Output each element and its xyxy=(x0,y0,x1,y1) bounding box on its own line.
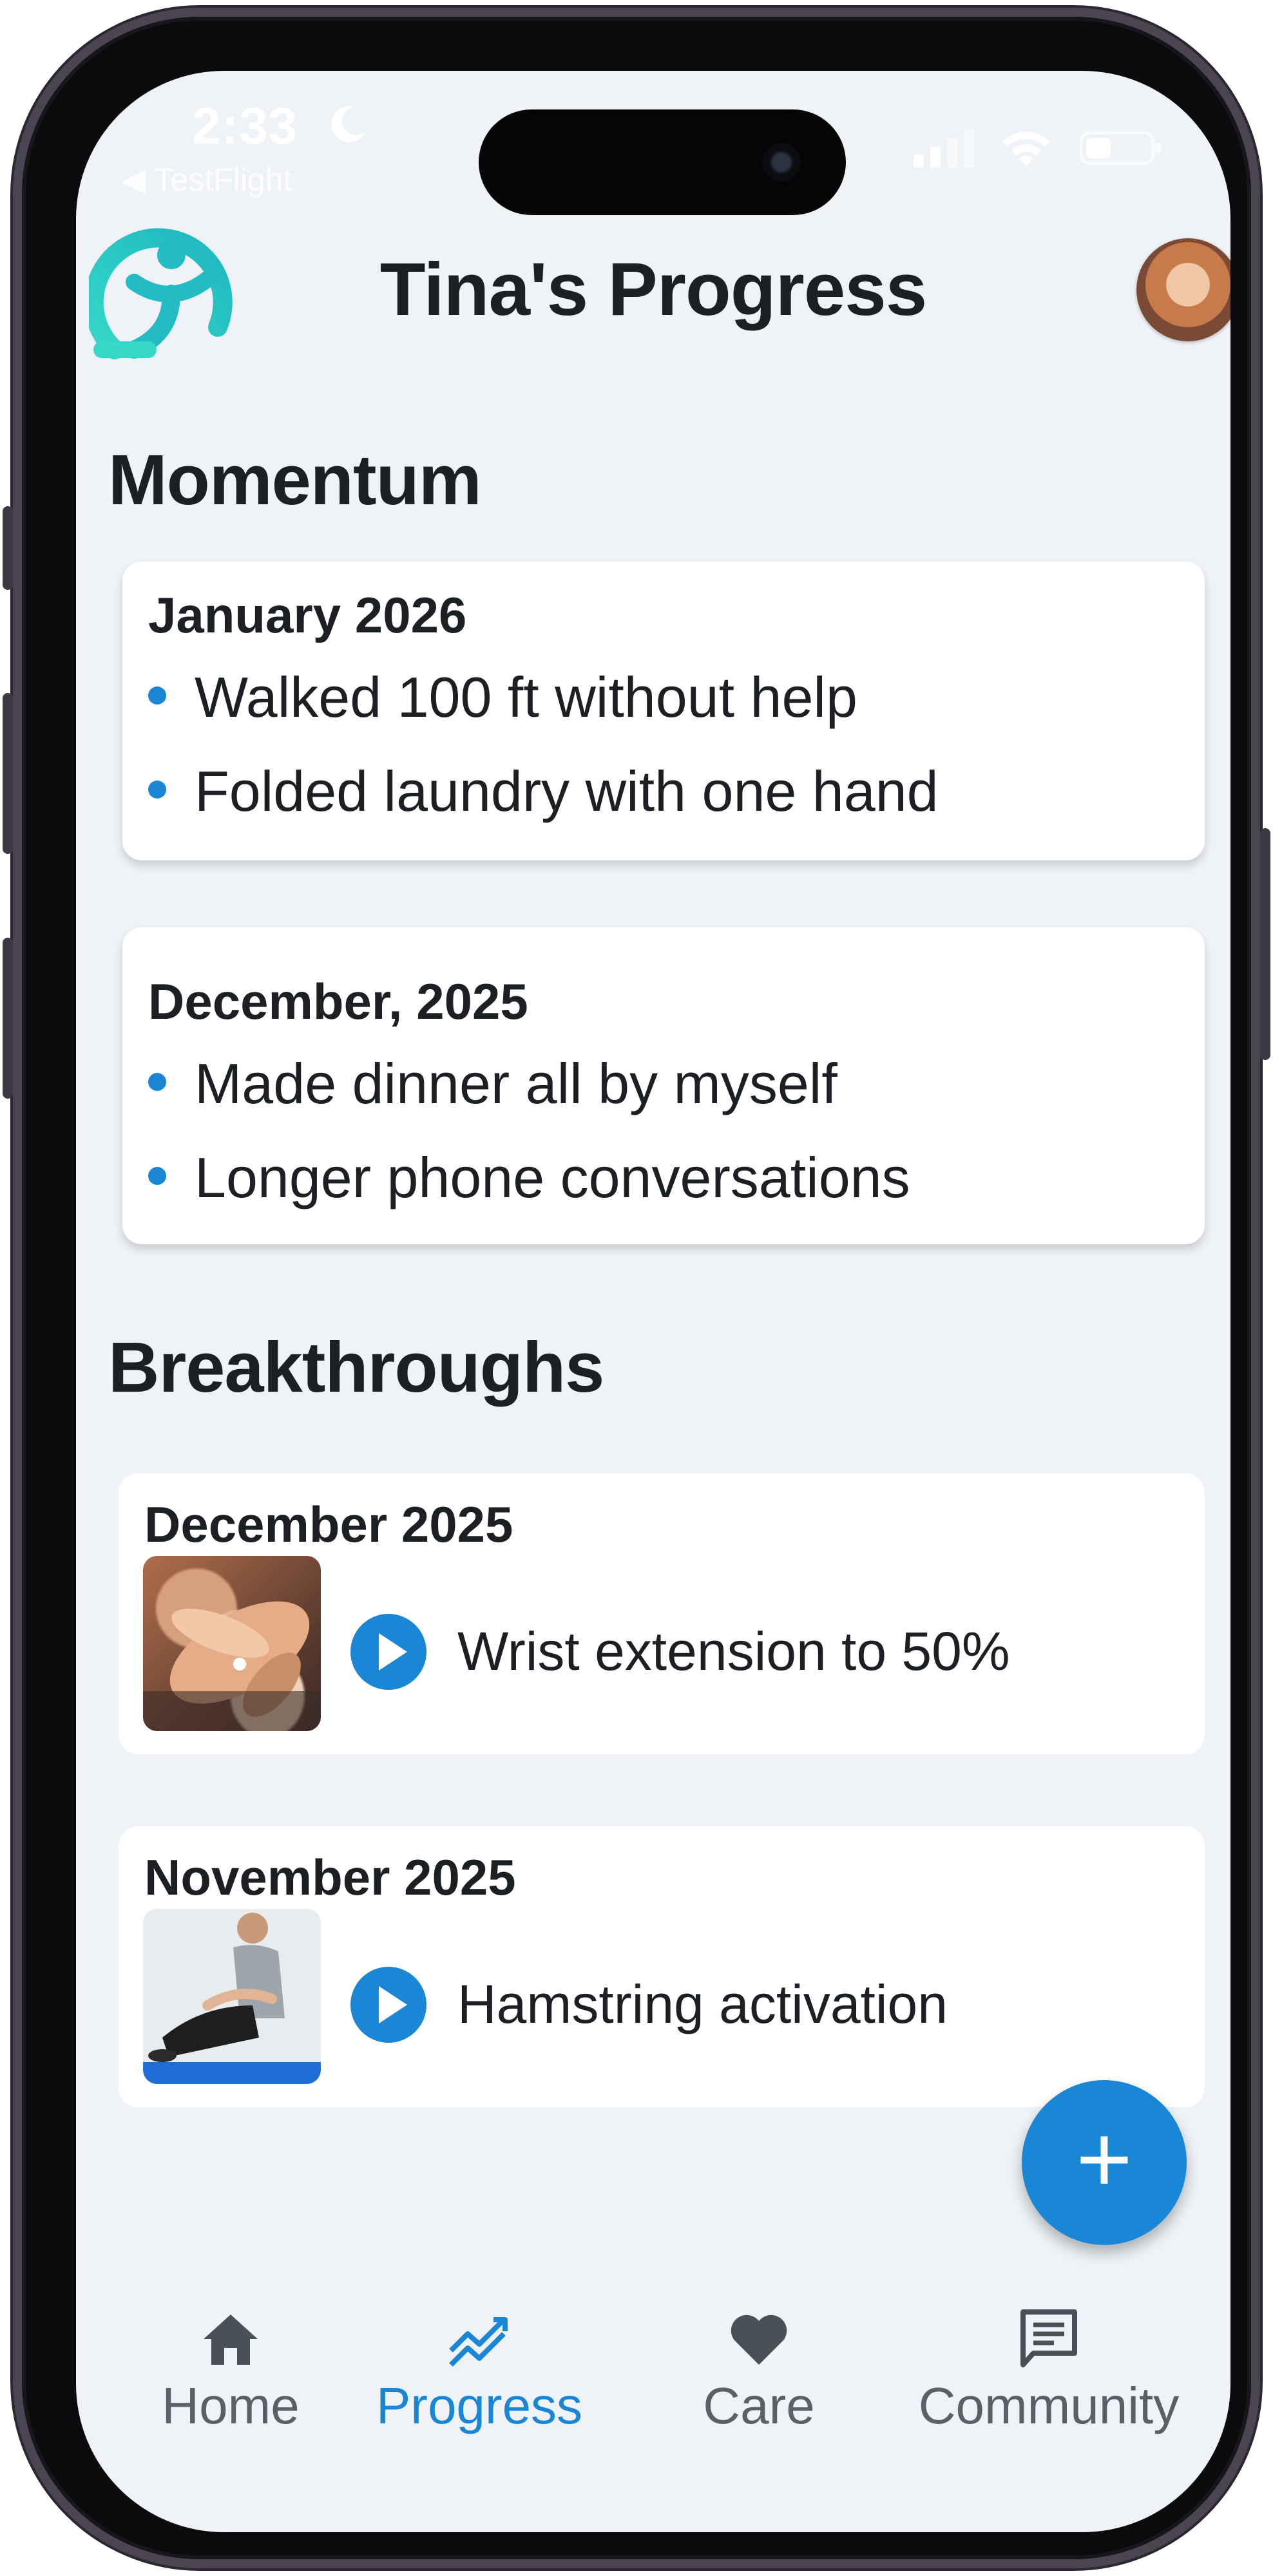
momentum-card: December, 2025 Made dinner all by myself… xyxy=(122,927,1205,1244)
add-entry-button[interactable]: + xyxy=(1022,2080,1187,2245)
dynamic-island xyxy=(479,109,846,215)
moon-icon xyxy=(331,106,366,142)
tab-label: Care xyxy=(703,2377,815,2434)
momentum-item: Folded laundry with one hand xyxy=(148,759,939,824)
momentum-item-text: Made dinner all by myself xyxy=(195,1052,838,1115)
tab-label: Progress xyxy=(376,2377,583,2434)
heart-icon xyxy=(731,2315,787,2365)
phone-frame: 2:33 ◀ TestFlight Tina's Progress Moment… xyxy=(3,8,1270,2568)
back-to-testflight-link[interactable]: ◀ TestFlight xyxy=(121,161,292,198)
breakthrough-heading: December 2025 xyxy=(144,1496,513,1553)
bullet-icon xyxy=(148,686,166,705)
tab-label: Community xyxy=(918,2377,1180,2434)
bullet-icon xyxy=(148,780,166,799)
momentum-item: Walked 100 ft without help xyxy=(148,665,857,730)
breakthrough-label: Hamstring activation xyxy=(457,1974,948,2034)
therapy-photo-thumbnail[interactable] xyxy=(143,1909,321,2084)
tab-community[interactable]: Community xyxy=(907,2306,1191,2454)
power-button xyxy=(1260,828,1270,1060)
tab-label: Home xyxy=(162,2377,300,2434)
home-icon xyxy=(204,2315,258,2365)
hands-photo-icon xyxy=(143,1601,321,1731)
breakthrough-label: Wrist extension to 50% xyxy=(457,1621,1010,1681)
trending-icon xyxy=(449,2317,508,2367)
momentum-item: Longer phone conversations xyxy=(148,1145,910,1211)
breakthrough-heading: November 2025 xyxy=(144,1849,516,1906)
mute-switch xyxy=(3,506,13,590)
bullet-icon xyxy=(148,1166,166,1185)
momentum-section-title: Momentum xyxy=(108,440,482,520)
cell-signal-icon xyxy=(914,129,974,167)
battery-icon xyxy=(1080,131,1161,166)
breakthrough-card[interactable]: December 2025 Wrist extension to 50% xyxy=(119,1473,1205,1754)
therapy-photo-icon xyxy=(143,1909,321,2084)
momentum-item-text: Folded laundry with one hand xyxy=(195,759,939,823)
page-title: Tina's Progress xyxy=(379,247,928,331)
app-screen: 2:33 ◀ TestFlight Tina's Progress Moment… xyxy=(76,71,1230,2532)
play-video-button[interactable] xyxy=(350,1614,426,1690)
plus-icon: + xyxy=(1076,2105,1133,2213)
tab-care[interactable]: Care xyxy=(643,2306,875,2454)
bullet-icon xyxy=(148,1072,166,1091)
wifi-icon xyxy=(1002,131,1050,166)
momentum-item-text: Longer phone conversations xyxy=(195,1146,910,1209)
volume-up-button xyxy=(3,693,13,854)
momentum-card: January 2026 Walked 100 ft without help … xyxy=(122,562,1205,860)
tab-home[interactable]: Home xyxy=(115,2306,347,2454)
breakthrough-card[interactable]: November 2025 Hamstring activation xyxy=(119,1826,1205,2107)
momentum-item: Made dinner all by myself xyxy=(148,1051,838,1117)
momentum-item-text: Walked 100 ft without help xyxy=(195,665,857,729)
status-time: 2:33 xyxy=(192,97,298,155)
momentum-card-heading: December, 2025 xyxy=(148,973,528,1030)
momentum-card-heading: January 2026 xyxy=(148,587,467,643)
chat-icon xyxy=(1020,2309,1077,2367)
breakthroughs-section-title: Breakthroughs xyxy=(108,1328,604,1407)
avatar[interactable] xyxy=(1136,238,1230,341)
camera-icon xyxy=(762,143,801,182)
tab-progress[interactable]: Progress xyxy=(363,2306,595,2454)
hands-photo-thumbnail[interactable] xyxy=(143,1556,321,1731)
volume-down-button xyxy=(3,938,13,1099)
play-video-button[interactable] xyxy=(350,1967,426,2043)
